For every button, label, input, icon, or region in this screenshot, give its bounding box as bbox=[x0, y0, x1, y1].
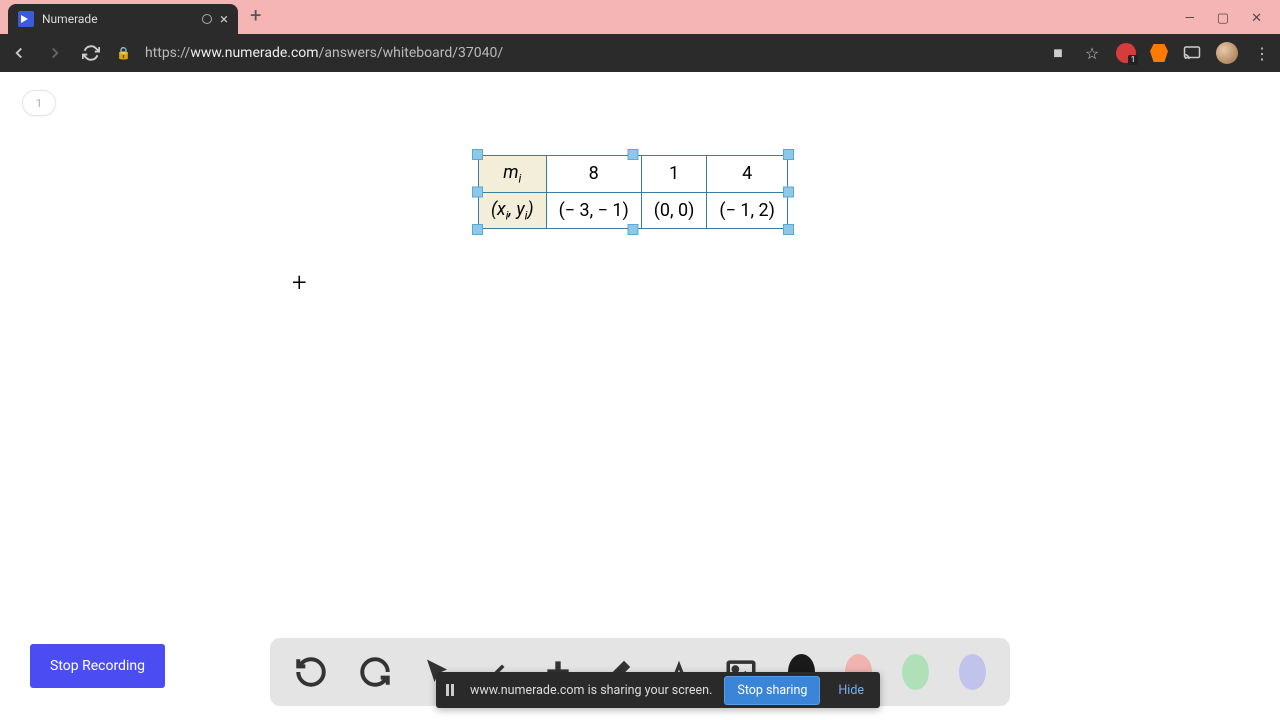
resize-handle-tm[interactable] bbox=[627, 149, 638, 160]
page-content: 1 mi 8 1 4 (xi, yi) (− 3, − 1) (0, 0) (−… bbox=[0, 72, 1280, 720]
back-button[interactable] bbox=[8, 42, 30, 64]
hide-share-bar-button[interactable]: Hide bbox=[832, 683, 870, 698]
table-cell: 1 bbox=[641, 156, 707, 193]
resize-handle-mr[interactable] bbox=[783, 187, 794, 198]
undo-button[interactable] bbox=[294, 654, 328, 690]
url-path: /answers/whiteboard/37040/ bbox=[319, 45, 504, 61]
stop-sharing-button[interactable]: Stop sharing bbox=[724, 676, 820, 705]
cast-icon[interactable] bbox=[1182, 43, 1202, 63]
tab-title: Numerade bbox=[42, 12, 194, 26]
share-message: www.numerade.com is sharing your screen. bbox=[470, 683, 712, 698]
resize-handle-bm[interactable] bbox=[627, 224, 638, 235]
redo-button[interactable] bbox=[358, 654, 392, 690]
tab-loading-indicator bbox=[202, 14, 212, 24]
new-tab-button[interactable]: + bbox=[238, 3, 273, 27]
camera-icon[interactable]: ■ bbox=[1048, 43, 1068, 63]
window-controls: — ▢ ✕ bbox=[1185, 11, 1280, 34]
table-cell: 8 bbox=[546, 156, 641, 193]
browser-titlebar: Numerade × + — ▢ ✕ bbox=[0, 0, 1280, 34]
profile-avatar[interactable] bbox=[1216, 42, 1238, 64]
table-row: (xi, yi) (− 3, − 1) (0, 0) (− 1, 2) bbox=[479, 192, 788, 229]
lock-icon[interactable]: 🔒 bbox=[116, 46, 131, 60]
url-protocol: https:// bbox=[145, 45, 190, 61]
crosshair-cursor: + bbox=[292, 268, 307, 298]
table-cell: (0, 0) bbox=[641, 192, 707, 229]
slide-number-badge[interactable]: 1 bbox=[22, 90, 56, 116]
resize-handle-bl[interactable] bbox=[472, 224, 483, 235]
screen-share-bar: www.numerade.com is sharing your screen.… bbox=[436, 672, 880, 708]
resize-handle-ml[interactable] bbox=[472, 187, 483, 198]
minimize-icon[interactable]: — bbox=[1185, 11, 1195, 26]
color-purple[interactable] bbox=[959, 654, 986, 690]
color-green[interactable] bbox=[902, 654, 929, 690]
row2-header: (xi, yi) bbox=[479, 192, 547, 229]
row1-header: mi bbox=[479, 156, 547, 193]
toolbar-right: ■ ☆ ⋮ bbox=[1048, 42, 1272, 64]
maximize-icon[interactable]: ▢ bbox=[1217, 11, 1229, 26]
tab-favicon bbox=[18, 11, 34, 27]
table-cell: 4 bbox=[707, 156, 787, 193]
stop-recording-button[interactable]: Stop Recording bbox=[30, 644, 165, 688]
table-row: mi 8 1 4 bbox=[479, 156, 788, 193]
math-table: mi 8 1 4 (xi, yi) (− 3, − 1) (0, 0) (− 1… bbox=[478, 155, 788, 229]
resize-handle-tr[interactable] bbox=[783, 149, 794, 160]
extension-1-icon[interactable] bbox=[1116, 43, 1136, 63]
menu-icon[interactable]: ⋮ bbox=[1252, 43, 1272, 63]
forward-button[interactable] bbox=[44, 42, 66, 64]
table-cell: (− 1, 2) bbox=[707, 192, 787, 229]
browser-address-bar: 🔒 https://www.numerade.com/answers/white… bbox=[0, 34, 1280, 72]
extension-2-icon[interactable] bbox=[1150, 44, 1168, 62]
resize-handle-br[interactable] bbox=[783, 224, 794, 235]
url-display[interactable]: https://www.numerade.com/answers/whitebo… bbox=[145, 45, 1034, 61]
table-cell: (− 3, − 1) bbox=[546, 192, 641, 229]
close-window-icon[interactable]: ✕ bbox=[1251, 11, 1262, 26]
browser-tab[interactable]: Numerade × bbox=[8, 4, 238, 34]
selected-table-object[interactable]: mi 8 1 4 (xi, yi) (− 3, − 1) (0, 0) (− 1… bbox=[478, 155, 788, 229]
bookmark-star-icon[interactable]: ☆ bbox=[1082, 43, 1102, 63]
pause-icon[interactable] bbox=[446, 684, 458, 696]
reload-button[interactable] bbox=[80, 42, 102, 64]
resize-handle-tl[interactable] bbox=[472, 149, 483, 160]
tab-close-icon[interactable]: × bbox=[220, 10, 228, 28]
url-domain: www.numerade.com bbox=[190, 45, 318, 61]
